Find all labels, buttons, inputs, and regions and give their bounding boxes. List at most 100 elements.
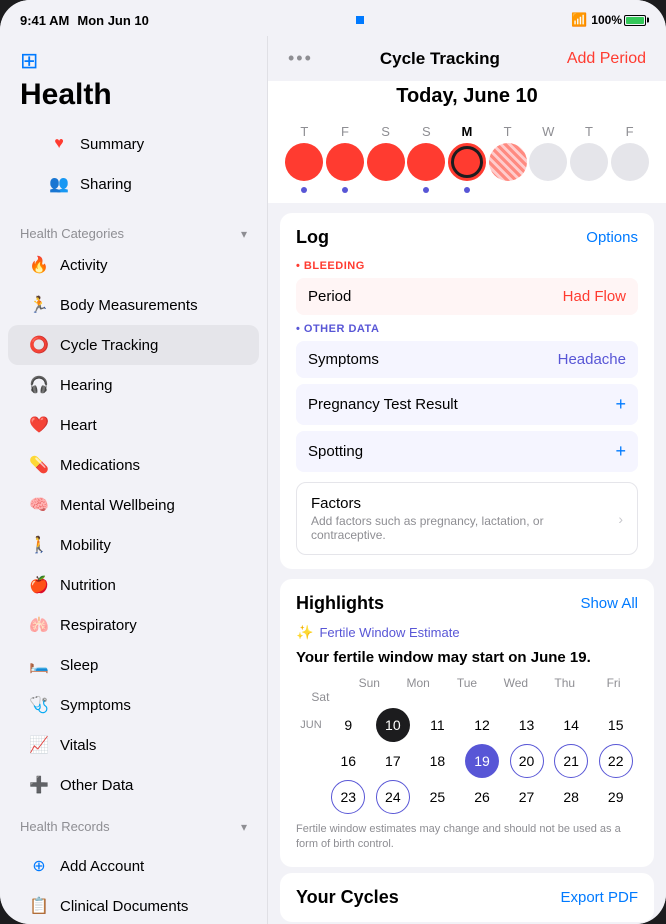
cal-cell-19-fertile-start[interactable]: 19 [465, 744, 499, 778]
dot [342, 187, 348, 193]
log-row-pregnancy[interactable]: Pregnancy Test Result + [296, 384, 638, 425]
sidebar-item-hearing[interactable]: 🎧 Hearing [8, 365, 259, 405]
day-label-t1: T [285, 124, 323, 139]
sidebar-item-respiratory[interactable]: 🫁 Respiratory [8, 605, 259, 645]
cycle-label: Cycle Tracking [60, 337, 158, 354]
cal-cell-25[interactable]: 25 [420, 780, 454, 814]
mobility-icon: 🚶 [28, 534, 50, 556]
factors-chevron-icon: › [618, 511, 623, 527]
cal-cell-22-fertile[interactable]: 22 [599, 744, 633, 778]
dot-s2 [407, 187, 445, 193]
cal-cell-20-fertile[interactable]: 20 [510, 744, 544, 778]
sidebar-item-sleep[interactable]: 🛏️ Sleep [8, 645, 259, 685]
dot [423, 187, 429, 193]
status-bar: 9:41 AM Mon Jun 10 📶 100% [0, 0, 666, 36]
cal-cell-18[interactable]: 18 [420, 744, 454, 778]
sidebar-item-other[interactable]: ➕ Other Data [8, 765, 259, 805]
cal-cell-11[interactable]: 11 [420, 708, 454, 742]
day-circle-s2[interactable] [407, 143, 445, 181]
pregnancy-plus-icon[interactable]: + [615, 394, 626, 415]
nav-item-sharing[interactable]: 👥 Sharing [28, 164, 239, 204]
health-records-section-header: Health Records ▾ [0, 805, 267, 838]
nav-item-summary[interactable]: ♥ Summary [28, 124, 239, 164]
sidebar-item-add-account[interactable]: ⊕ Add Account [8, 846, 259, 886]
add-period-button[interactable]: Add Period [567, 50, 646, 68]
cal-cell-10-today[interactable]: 10 [376, 708, 410, 742]
show-all-button[interactable]: Show All [580, 595, 638, 612]
calendar-strip[interactable]: T F S S M T W T F [268, 124, 666, 203]
sidebar-item-activity[interactable]: 🔥 Activity [8, 245, 259, 285]
symptoms-log-label: Symptoms [308, 351, 379, 368]
sidebar-item-symptoms[interactable]: 🩺 Symptoms [8, 685, 259, 725]
day-circle-f[interactable] [326, 143, 364, 181]
day-circle-t2[interactable] [489, 143, 527, 181]
day-circle-w[interactable] [529, 143, 567, 181]
summary-label: Summary [80, 136, 144, 153]
fertile-badge: ✨ Fertile Window Estimate [296, 624, 638, 641]
sidebar-item-heart[interactable]: ❤️ Heart [8, 405, 259, 445]
battery-indicator: 100% [591, 13, 646, 27]
symptoms-value: Headache [558, 351, 626, 368]
categories-section-header: Health Categories ▾ [0, 212, 267, 245]
content-title: Cycle Tracking [380, 49, 500, 69]
sidebar-item-clinical-docs[interactable]: 📋 Clinical Documents [8, 886, 259, 924]
sidebar-item-vitals[interactable]: 📈 Vitals [8, 725, 259, 765]
hearing-icon: 🎧 [28, 374, 50, 396]
sidebar-item-medications[interactable]: 💊 Medications [8, 445, 259, 485]
day-circle-t1[interactable] [285, 143, 323, 181]
cal-cell-9[interactable]: 9 [331, 708, 365, 742]
cal-cell-12[interactable]: 12 [465, 708, 499, 742]
cal-cell-21-fertile[interactable]: 21 [554, 744, 588, 778]
sidebar-item-nutrition[interactable]: 🍎 Nutrition [8, 565, 259, 605]
log-row-spotting[interactable]: Spotting + [296, 431, 638, 472]
other-label: Other Data [60, 777, 133, 794]
cal-cell-27[interactable]: 27 [510, 780, 544, 814]
cal-cell-13[interactable]: 13 [510, 708, 544, 742]
cal-cell-23-fertile[interactable]: 23 [331, 780, 365, 814]
cal-cell-17[interactable]: 17 [376, 744, 410, 778]
spotting-plus-icon[interactable]: + [615, 441, 626, 462]
highlights-title: Highlights [296, 593, 384, 614]
log-row-period[interactable]: Period Had Flow [296, 278, 638, 315]
log-options-button[interactable]: Options [586, 229, 638, 246]
day-circle-t3[interactable] [570, 143, 608, 181]
categories-label: Health Categories [20, 226, 124, 241]
day-circle-f2[interactable] [611, 143, 649, 181]
cal-cell-15[interactable]: 15 [599, 708, 633, 742]
day-circles-row [284, 143, 650, 181]
cal-cell-14[interactable]: 14 [554, 708, 588, 742]
fertile-icon: ✨ [296, 624, 313, 641]
day-circle-s1[interactable] [367, 143, 405, 181]
cal-cell-29[interactable]: 29 [599, 780, 633, 814]
mini-cal-header: Sun Mon Tue Wed Thu Fri Sat [296, 676, 638, 704]
medications-icon: 💊 [28, 454, 50, 476]
pregnancy-label: Pregnancy Test Result [308, 396, 458, 413]
content-area: ••• Cycle Tracking Add Period Today, Jun… [268, 36, 666, 924]
period-value: Had Flow [563, 288, 626, 305]
cal-cell-28[interactable]: 28 [554, 780, 588, 814]
factors-row[interactable]: Factors Add factors such as pregnancy, l… [296, 482, 638, 555]
your-cycles-title: Your Cycles [296, 887, 399, 908]
clinical-docs-icon: 📋 [28, 895, 50, 917]
day-label-t2: T [489, 124, 527, 139]
sidebar-item-mental[interactable]: 🧠 Mental Wellbeing [8, 485, 259, 525]
period-label: Period [308, 288, 351, 305]
export-pdf-button[interactable]: Export PDF [560, 889, 638, 906]
sidebar-item-body[interactable]: 🏃 Body Measurements [8, 285, 259, 325]
body-label: Body Measurements [60, 297, 198, 314]
respiratory-label: Respiratory [60, 617, 137, 634]
day-circle-m-today[interactable] [448, 143, 486, 181]
day-label-f2: F [611, 124, 649, 139]
log-row-symptoms[interactable]: Symptoms Headache [296, 341, 638, 378]
cal-cell-26[interactable]: 26 [465, 780, 499, 814]
sidebar-item-mobility[interactable]: 🚶 Mobility [8, 525, 259, 565]
heart-label: Heart [60, 417, 97, 434]
mini-cal-fri: Fri [589, 676, 638, 690]
cal-cell-24-fertile[interactable]: 24 [376, 780, 410, 814]
factors-sublabel: Add factors such as pregnancy, lactation… [311, 514, 618, 542]
dot-m [448, 187, 486, 193]
vitals-label: Vitals [60, 737, 96, 754]
cal-cell-16[interactable]: 16 [331, 744, 365, 778]
vitals-icon: 📈 [28, 734, 50, 756]
sidebar-item-cycle[interactable]: ⭕ Cycle Tracking [8, 325, 259, 365]
